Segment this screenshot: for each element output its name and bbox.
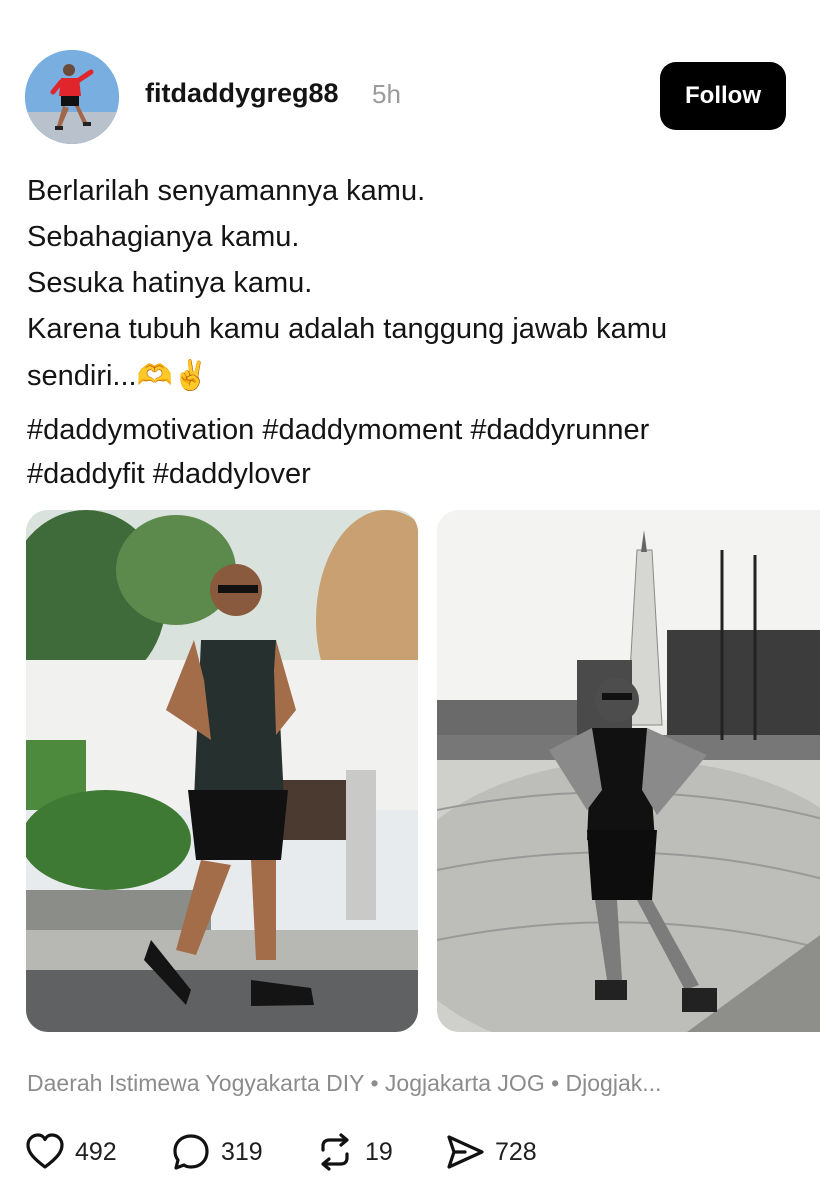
caption-line: Sebahagianya kamu. [27, 221, 300, 253]
tugu-photo-image [437, 510, 820, 1032]
hashtags: #daddymotivation #daddymoment #daddyrunn… [27, 408, 807, 496]
runner-photo-image [26, 510, 418, 1032]
follow-button[interactable]: Follow [660, 62, 786, 130]
caption-line: Berlarilah senyamannya kamu. [27, 175, 426, 207]
caption-line-last: sendiri...🫶✌️ [27, 352, 797, 399]
post-time: 5h [372, 79, 401, 109]
caption-emojis: 🫶✌️ [136, 358, 209, 392]
repost-icon [321, 1133, 349, 1171]
username[interactable]: fitdaddygreg88 [145, 78, 339, 109]
caption-line: Karena tubuh kamu adalah tanggung jawab … [27, 313, 668, 345]
post-photo-tugu[interactable] [437, 510, 820, 1032]
action-bar: 492 319 19 728 [25, 1128, 805, 1176]
post-header: fitdaddygreg88 5h Follow [0, 0, 820, 160]
caption-line: sendiri... [27, 360, 137, 392]
share-count: 728 [495, 1137, 537, 1166]
post-photo-runner[interactable] [26, 510, 418, 1032]
location-text[interactable]: Daerah Istimewa Yogyakarta DIY • Jogjaka… [27, 1070, 661, 1097]
hashtag-line[interactable]: #daddyfit #daddylover [27, 452, 807, 496]
comment-count: 319 [221, 1137, 263, 1166]
send-icon [447, 1135, 484, 1169]
avatar[interactable] [25, 50, 119, 144]
like-button[interactable]: 492 [25, 1128, 117, 1176]
share-button[interactable]: 728 [445, 1128, 537, 1176]
repost-count: 19 [365, 1137, 393, 1166]
caption-line: Sesuka hatinya kamu. [27, 267, 313, 299]
like-count: 492 [75, 1137, 117, 1166]
post-caption: Berlarilah senyamannya kamu. Sebahagiany… [27, 168, 797, 399]
hashtag-line[interactable]: #daddymotivation #daddymoment #daddyrunn… [27, 408, 807, 452]
repost-button[interactable]: 19 [315, 1128, 393, 1176]
comment-bubble-icon [173, 1134, 209, 1170]
avatar-image [25, 50, 119, 144]
comment-button[interactable]: 319 [171, 1128, 263, 1176]
heart-icon [26, 1133, 64, 1169]
